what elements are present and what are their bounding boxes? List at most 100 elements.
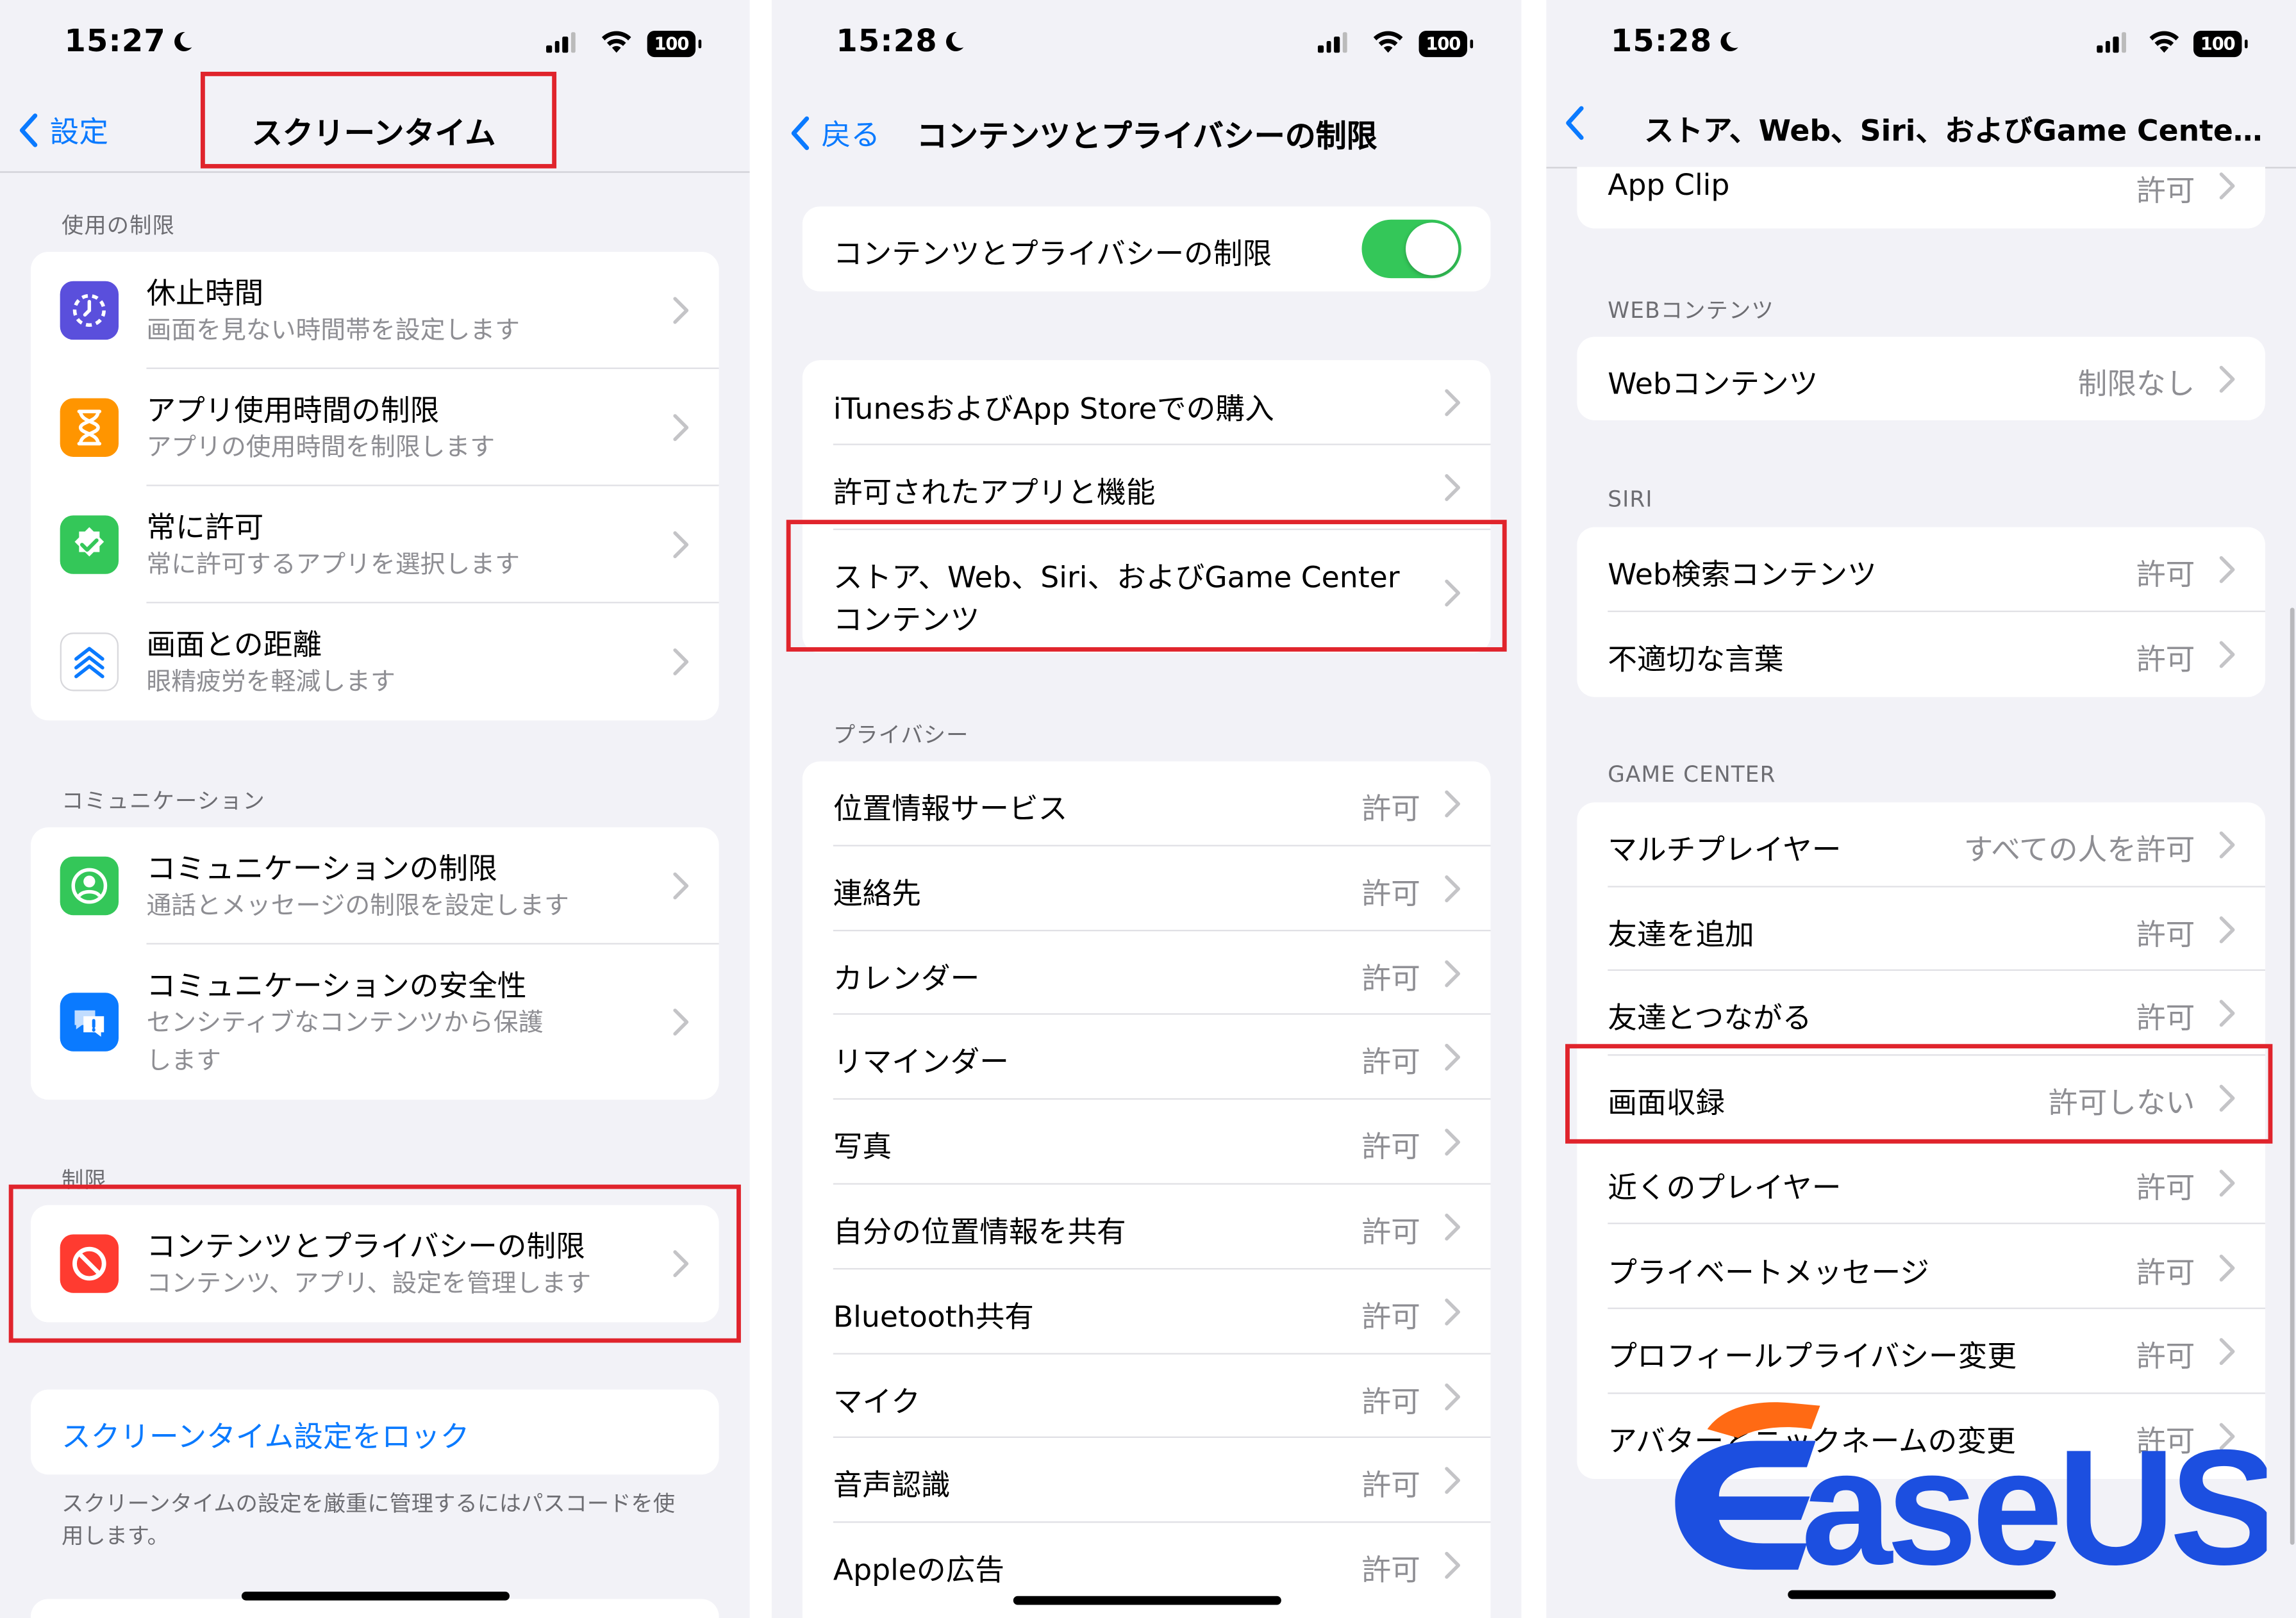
- list-item-screen-distance[interactable]: 画面との距離 眼精疲労を軽減します: [31, 603, 719, 720]
- home-indicator[interactable]: [1013, 1596, 1281, 1605]
- item-value: 許可: [1361, 960, 1420, 995]
- item-label: 許可されたアプリと機能: [833, 474, 1156, 510]
- chevron-right-icon: [673, 1008, 689, 1036]
- screen-distance-icon: [60, 632, 119, 691]
- toggle-label: コンテンツとプライバシーの制限: [833, 235, 1272, 271]
- battery-icon: 100: [2193, 30, 2248, 58]
- privacy-list-item[interactable]: 音声認識 許可: [803, 1439, 1491, 1523]
- cellular-signal-icon: [1317, 32, 1347, 53]
- privacy-list-item[interactable]: カレンダー 許可: [803, 930, 1491, 1016]
- game-center-list-item[interactable]: プロフィールプライバシー変更 許可: [1577, 1309, 2265, 1394]
- wifi-icon: [1373, 31, 1403, 53]
- item-label: 音声認識: [833, 1467, 951, 1503]
- item-value: 許可: [1361, 1467, 1420, 1503]
- item-value: 許可: [2136, 556, 2195, 592]
- chevron-left-icon: [1566, 106, 1584, 140]
- item-value: 許可: [1361, 1383, 1420, 1419]
- privacy-list-item[interactable]: マイク 許可: [803, 1354, 1491, 1439]
- chevron-right-icon: [1445, 389, 1461, 417]
- item-value: 許可: [2136, 1000, 2195, 1036]
- game-center-list-item[interactable]: 友達を追加 許可: [1577, 887, 2265, 971]
- status-time: 15:28: [836, 24, 965, 58]
- item-label: Web検索コンテンツ: [1608, 556, 1877, 592]
- privacy-list-item[interactable]: リマインダー 許可: [803, 1015, 1491, 1100]
- chevron-right-icon: [2219, 641, 2235, 668]
- moon-icon: [174, 32, 193, 52]
- toggle-card: コンテンツとプライバシーの制限: [802, 206, 1491, 292]
- item-subtitle: 通話とメッセージの制限を設定します: [146, 891, 569, 921]
- store-web-siri-screen: 15:28 100 ストア、Web、Siri、およびGame Cente… Ap…: [1546, 0, 2296, 1618]
- item-subtitle: 画面を見ない時間帯を設定します: [146, 316, 520, 346]
- easeus-logo: aseUS: [1675, 1402, 2267, 1573]
- chevron-right-icon: [2219, 1253, 2235, 1281]
- section-header-privacy: プライバシー: [833, 722, 969, 748]
- section-header-web: WEBコンテンツ: [1608, 297, 1774, 324]
- siri-list-item[interactable]: 不適切な言葉 許可: [1577, 612, 2265, 697]
- item-value: 許可: [2136, 916, 2195, 952]
- item-label: マルチプレイヤー: [1608, 831, 1842, 867]
- page-title: コンテンツとプライバシーの制限: [917, 119, 1377, 154]
- item-value: 許可: [1361, 875, 1420, 911]
- item-subtitle: アプリの使用時間を制限します: [146, 433, 495, 463]
- chevron-right-icon: [1445, 1467, 1461, 1495]
- list-item-web-content[interactable]: Webコンテンツ 制限なし: [1577, 337, 2265, 420]
- status-time: 15:28: [1611, 24, 1740, 58]
- item-value: 許可: [2136, 641, 2195, 677]
- moon-icon: [946, 32, 965, 52]
- home-indicator[interactable]: [1788, 1590, 2056, 1599]
- item-value: 許可: [1361, 1044, 1420, 1080]
- lock-settings-link[interactable]: スクリーンタイム設定をロック: [62, 1413, 469, 1455]
- list-item-allowed-apps[interactable]: 許可されたアプリと機能: [803, 445, 1491, 531]
- next-card: [30, 1599, 719, 1618]
- chevron-right-icon: [2219, 831, 2235, 859]
- privacy-list-item[interactable]: 連絡先 許可: [803, 846, 1491, 931]
- item-label: リマインダー: [833, 1044, 1009, 1080]
- item-label: 連絡先: [833, 875, 921, 911]
- game-center-list-item[interactable]: 友達とつながる 許可: [1577, 971, 2265, 1056]
- content-privacy-toggle[interactable]: [1361, 219, 1461, 279]
- back-button[interactable]: 設定: [17, 108, 108, 151]
- list-item-always-allowed[interactable]: 常に許可 常に許可するアプリを選択します: [31, 486, 719, 604]
- chevron-right-icon: [1445, 1128, 1461, 1156]
- list-item-communication-limits[interactable]: コミュニケーションの制限 通話とメッセージの制限を設定します: [31, 827, 719, 945]
- chevron-right-icon: [673, 531, 689, 559]
- game-center-list-item[interactable]: 近くのプレイヤー 許可: [1577, 1141, 2265, 1225]
- privacy-card: 位置情報サービス 許可 連絡先 許可 カレンダー 許可 リマインダー 許可 写真 許可 自分の位置情…: [802, 761, 1491, 1618]
- item-value: 許可: [2136, 172, 2195, 208]
- web-card: Webコンテンツ 制限なし: [1577, 336, 2265, 420]
- list-item-downtime[interactable]: 休止時間 画面を見ない時間帯を設定します: [31, 252, 719, 369]
- privacy-list-item[interactable]: 自分の位置情報を共有 許可: [803, 1185, 1491, 1269]
- back-button[interactable]: 戻る: [789, 111, 880, 154]
- chevron-right-icon: [2219, 1338, 2235, 1366]
- chevron-right-icon: [2219, 1169, 2235, 1196]
- list-item-app-limits[interactable]: アプリ使用時間の制限 アプリの使用時間を制限します: [31, 369, 719, 486]
- list-item-communication-safety[interactable]: コミュニケーションの安全性 センシティブなコンテンツから保護 します: [31, 945, 719, 1100]
- back-button-overlay[interactable]: [1564, 106, 1596, 141]
- chevron-left-icon: [791, 115, 810, 150]
- privacy-list-item[interactable]: Appleの広告 許可: [803, 1523, 1491, 1608]
- home-indicator[interactable]: [241, 1591, 510, 1601]
- game-center-list-item[interactable]: プライベートメッセージ 許可: [1577, 1225, 2265, 1310]
- item-subtitle-line2: します: [146, 1046, 221, 1077]
- cellular-signal-icon: [2097, 32, 2126, 53]
- item-label: Appleの広告: [833, 1552, 1004, 1588]
- siri-list-item[interactable]: Web検索コンテンツ 許可: [1577, 527, 2265, 613]
- item-value: 許可: [1361, 1298, 1420, 1334]
- back-label: 設定: [49, 114, 109, 150]
- item-value: 制限なし: [2077, 366, 2195, 402]
- item-label: カレンダー: [833, 960, 980, 995]
- chevron-right-icon: [2219, 365, 2235, 393]
- section-header-game-center: GAME CENTER: [1608, 761, 1776, 788]
- privacy-list-item[interactable]: 写真 許可: [803, 1100, 1491, 1185]
- privacy-list-item[interactable]: Bluetooth共有 許可: [803, 1269, 1491, 1354]
- chevron-right-icon: [1445, 1298, 1461, 1326]
- privacy-list-item[interactable]: 位置情報サービス 許可: [803, 761, 1491, 846]
- item-label: 位置情報サービス: [833, 790, 1068, 826]
- list-item-itunes-purchases[interactable]: iTunesおよびApp Storeでの購入: [803, 360, 1491, 445]
- item-value: すべての人を許可: [1963, 831, 2195, 867]
- item-label: Bluetooth共有: [833, 1298, 1035, 1334]
- item-label: App Clip: [1608, 167, 1730, 202]
- game-center-list-item[interactable]: マルチプレイヤー すべての人を許可: [1577, 802, 2265, 887]
- status-bar: 15:28 100: [772, 0, 1522, 88]
- scrollbar[interactable]: [2290, 607, 2295, 1545]
